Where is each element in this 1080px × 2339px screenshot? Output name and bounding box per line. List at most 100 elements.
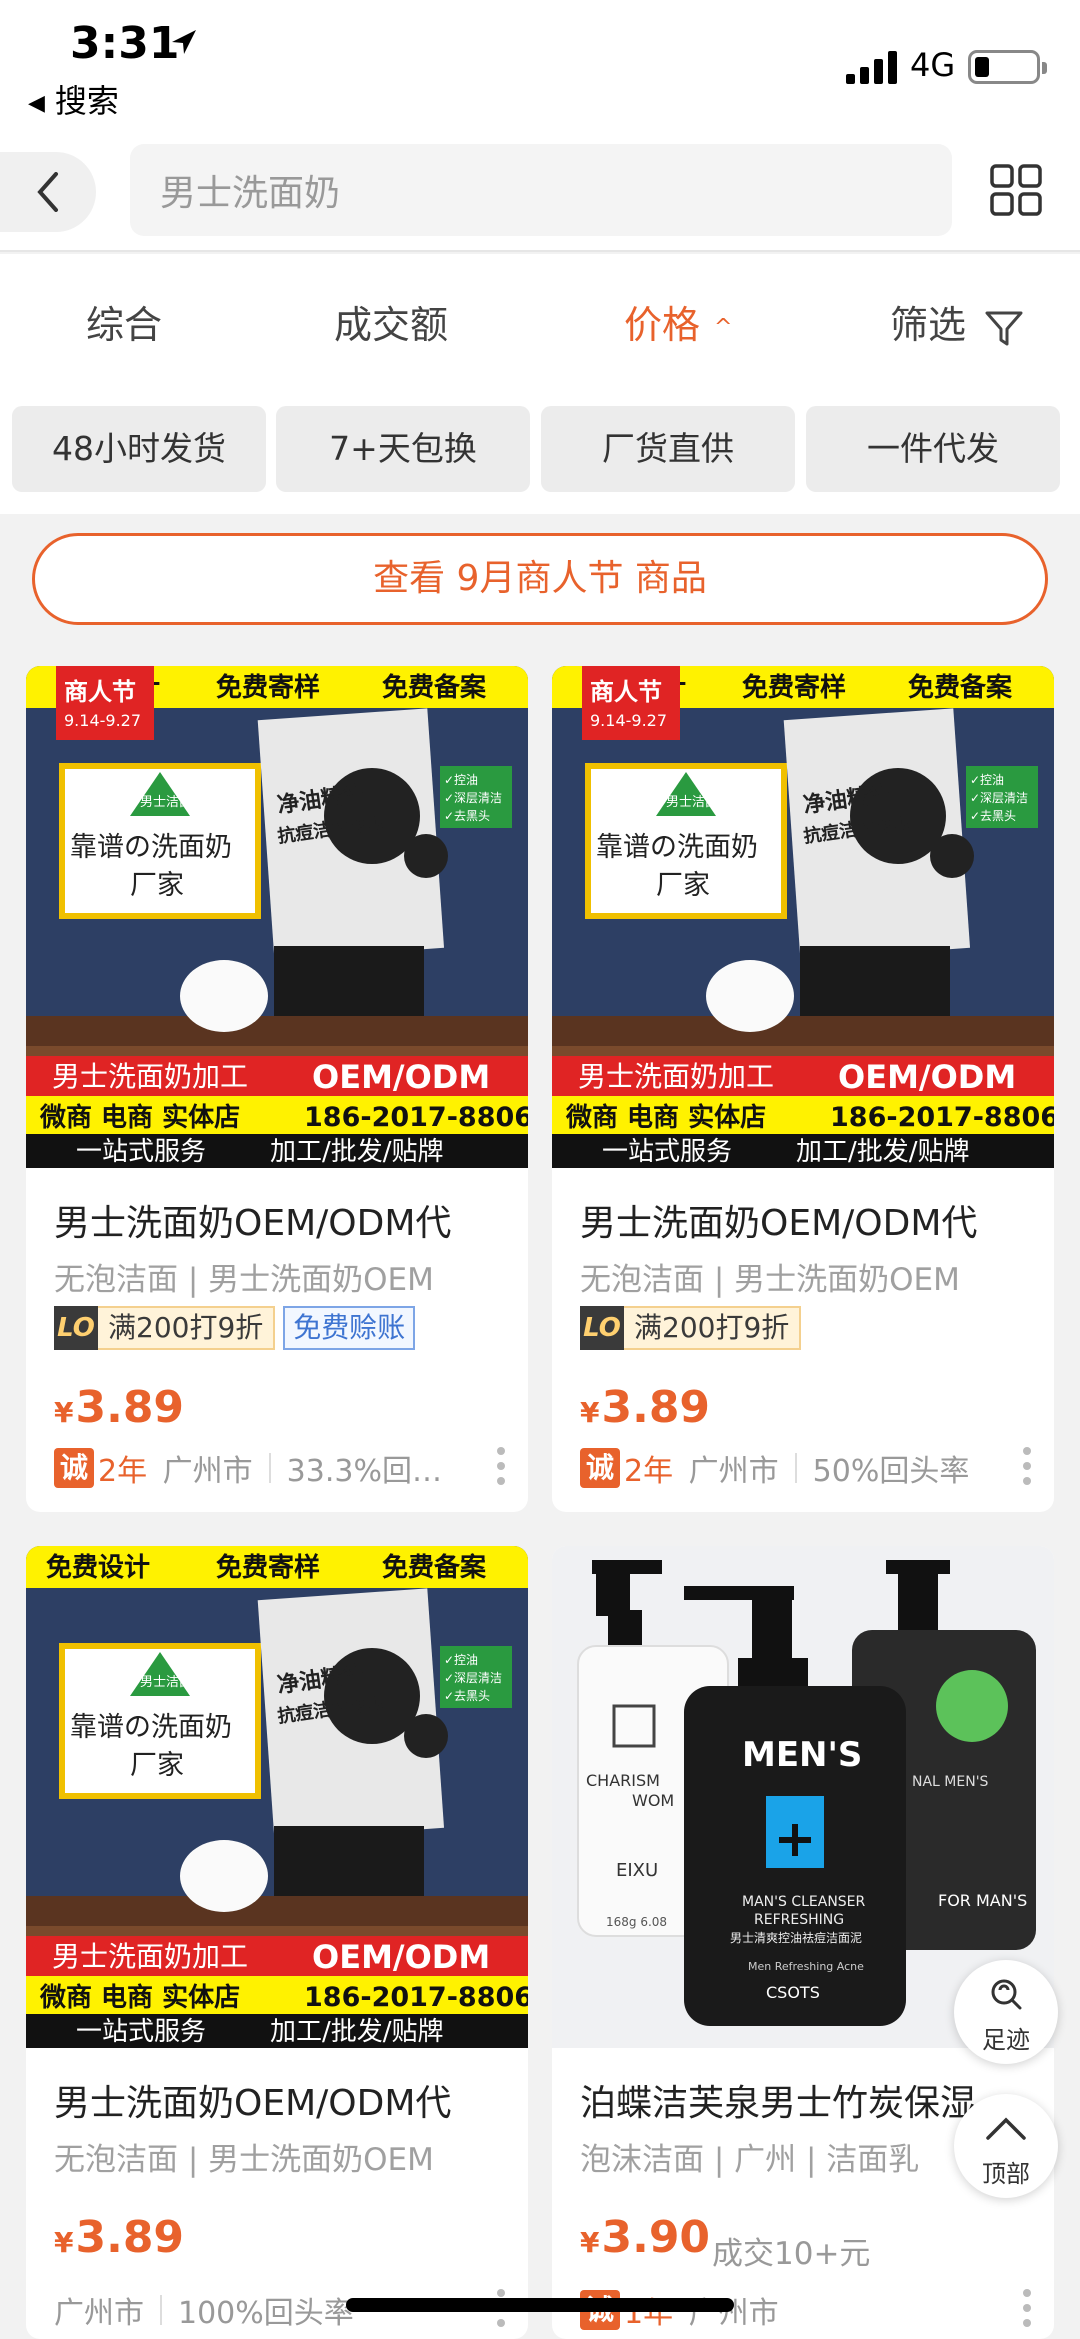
back-triangle-icon: ◀ bbox=[28, 90, 45, 116]
bottle-right-2: NAL MEN'S bbox=[912, 1774, 989, 1790]
yellow-left-text: 微商 电商 实体店 bbox=[39, 1982, 240, 2013]
battery-icon bbox=[968, 50, 1047, 84]
box-main-2: 厂家 bbox=[130, 1750, 184, 1781]
filter-button[interactable]: 筛选 bbox=[890, 294, 1024, 349]
footprint-button[interactable]: 足迹 bbox=[954, 1960, 1058, 2064]
black-right-text: 加工/批发/贴牌 bbox=[796, 1137, 970, 1167]
product-image: 免费设计 免费寄样 免费备案 商人节 9.14-9.27 男士洁面乳 靠谱の洗面… bbox=[26, 666, 528, 1168]
product-subtitle: 无泡洁面 | 男士洗面奶OEM bbox=[54, 1262, 434, 1298]
chip-dropship[interactable]: 一件代发 bbox=[806, 406, 1060, 492]
location-arrow-icon bbox=[172, 30, 196, 54]
bottle-right-1: FOR MAN'S bbox=[938, 1891, 1027, 1910]
product-title: 男士洗面奶OEM/ODM代 bbox=[54, 2083, 452, 2124]
promo-banner-button[interactable]: 查看 9月商人节 商品 bbox=[32, 533, 1048, 625]
sort-price-label: 价格 bbox=[624, 303, 701, 347]
chip-7day-exchange[interactable]: 7+天包换 bbox=[276, 406, 530, 492]
feature-1: ✓控油 bbox=[970, 773, 1004, 787]
chevron-left-icon bbox=[37, 172, 58, 212]
more-options-icon[interactable] bbox=[1022, 1446, 1032, 1486]
product-price: ¥3.90 bbox=[580, 2212, 710, 2263]
back-button[interactable] bbox=[0, 152, 96, 232]
search-header bbox=[0, 140, 1080, 252]
black-right-text: 加工/批发/贴牌 bbox=[270, 1137, 444, 1167]
yellow-left-text: 微商 电商 实体店 bbox=[565, 1102, 766, 1133]
product-image: 免费设计 免费寄样 免费备案 商人节 9.14-9.27 男士洁面乳 靠谱の洗面… bbox=[552, 666, 1054, 1168]
product-title: 男士洗面奶OEM/ODM代 bbox=[580, 1203, 978, 1244]
feature-2: ✓深层清洁 bbox=[970, 791, 1028, 805]
more-options-icon[interactable] bbox=[1022, 2288, 1032, 2328]
price-value: 3.89 bbox=[75, 1382, 185, 1433]
product-price: ¥3.89 bbox=[54, 2212, 184, 2263]
yellow-right-text: 186-2017-8806 bbox=[304, 1982, 528, 2013]
product-title: 男士洗面奶OEM/ODM代 bbox=[54, 1203, 452, 1244]
repurchase-rate: 50%回头率 bbox=[812, 1454, 970, 1489]
red-left-text: 男士洗面奶加工 bbox=[52, 1060, 248, 1093]
product-subtitle: 无泡洁面 | 男士洗面奶OEM bbox=[54, 2142, 434, 2178]
cellular-signal-icon bbox=[846, 51, 897, 84]
banner-top-3: 免费备案 bbox=[908, 672, 1013, 703]
banner-top-1: 免费设计 bbox=[46, 1552, 150, 1583]
price-value: 3.90 bbox=[601, 2212, 711, 2263]
trust-badge: 诚 bbox=[54, 1448, 94, 1488]
feature-3: ✓去黑头 bbox=[444, 1689, 490, 1703]
lo-badge: LO bbox=[54, 1306, 98, 1350]
seller-location: 广州市 bbox=[162, 1454, 253, 1489]
product-price: ¥3.89 bbox=[580, 1382, 710, 1433]
search-input[interactable] bbox=[130, 144, 952, 236]
promo-tags: LO 满200打9折 bbox=[580, 1306, 802, 1350]
box-small-text: 男士洁面乳 bbox=[140, 795, 205, 810]
banner-top-2: 免费寄样 bbox=[216, 672, 320, 703]
trust-badge: 诚 bbox=[580, 1448, 620, 1488]
sold-amount: 成交10+元 bbox=[712, 2236, 871, 2272]
lo-badge: LO bbox=[580, 1306, 624, 1350]
black-left-text: 一站式服务 bbox=[76, 1137, 206, 1167]
product-card[interactable]: 免费设计 免费寄样 免费备案 商人节 9.14-9.27 男士洁面乳 靠谱の洗面… bbox=[26, 666, 528, 1512]
feature-1: ✓控油 bbox=[444, 773, 478, 787]
product-card[interactable]: 免费设计 免费寄样 免费备案 男士洁面乳 靠谱の洗面奶 厂家 净油精华 抗痘洁面… bbox=[26, 1546, 528, 2339]
yellow-left-text: 微商 电商 实体店 bbox=[39, 1102, 240, 1133]
caret-up-icon: ^ bbox=[714, 315, 733, 340]
chevron-up-icon bbox=[986, 2117, 1026, 2140]
grid-view-icon[interactable] bbox=[990, 164, 1042, 216]
seller-meta: 诚 2年 广州市 33.3%回… bbox=[54, 1446, 442, 1490]
bottle-mens: MEN'S bbox=[742, 1735, 862, 1775]
status-bar: 3:31 ◀ 搜索 4G bbox=[0, 0, 1080, 140]
feature-3: ✓去黑头 bbox=[970, 809, 1016, 823]
back-to-top-button[interactable]: 顶部 bbox=[954, 2094, 1058, 2198]
discount-tag: 满200打9折 bbox=[98, 1306, 276, 1350]
red-right-text: OEM/ODM bbox=[312, 1058, 490, 1096]
yellow-right-text: 186-2017-8806 bbox=[304, 1102, 528, 1133]
back-to-top-label: 顶部 bbox=[982, 2160, 1030, 2188]
bottle-acne: Men Refreshing Acne bbox=[748, 1960, 864, 1973]
feature-3: ✓去黑头 bbox=[444, 809, 490, 823]
more-options-icon[interactable] bbox=[496, 1446, 506, 1486]
product-card[interactable]: 免费设计 免费寄样 免费备案 商人节 9.14-9.27 男士洁面乳 靠谱の洗面… bbox=[552, 666, 1054, 1512]
product-price: ¥3.89 bbox=[54, 1382, 184, 1433]
home-indicator[interactable] bbox=[346, 2298, 734, 2312]
feature-2: ✓深层清洁 bbox=[444, 1671, 502, 1685]
seller-location: 广州市 bbox=[688, 1454, 779, 1489]
chip-factory-direct[interactable]: 厂货直供 bbox=[541, 406, 795, 492]
black-right-text: 加工/批发/贴牌 bbox=[270, 2017, 444, 2047]
sort-price[interactable]: 价格 ^ bbox=[624, 294, 732, 349]
currency-symbol: ¥ bbox=[580, 1396, 600, 1429]
feature-2: ✓深层清洁 bbox=[444, 791, 502, 805]
banner-top-3: 免费备案 bbox=[382, 672, 487, 703]
back-to-app-link[interactable]: ◀ 搜索 bbox=[28, 76, 119, 122]
sort-volume[interactable]: 成交额 bbox=[334, 294, 448, 349]
box-main-2: 厂家 bbox=[130, 870, 184, 901]
product-card[interactable]: CHARISM WOM EIXU 168g 6.08 NAL MEN'S FOR… bbox=[552, 1546, 1054, 2339]
product-subtitle: 无泡洁面 | 男士洗面奶OEM bbox=[580, 1262, 960, 1298]
red-right-text: OEM/ODM bbox=[312, 1938, 490, 1976]
box-main-1: 靠谱の洗面奶 bbox=[70, 832, 232, 863]
chip-48h-shipping[interactable]: 48小时发货 bbox=[12, 406, 266, 492]
box-small-text: 男士洁面乳 bbox=[666, 795, 731, 810]
currency-symbol: ¥ bbox=[580, 2226, 600, 2259]
banner-top-2: 免费寄样 bbox=[216, 1552, 320, 1583]
price-value: 3.89 bbox=[601, 1382, 711, 1433]
sort-comprehensive[interactable]: 综合 bbox=[86, 294, 162, 349]
filter-icon bbox=[985, 311, 1023, 345]
yellow-right-text: 186-2017-8806 bbox=[830, 1102, 1054, 1133]
product-subtitle: 泡沫洁面 | 广州 | 洁面乳 bbox=[580, 2142, 920, 2178]
box-main-1: 靠谱の洗面奶 bbox=[596, 832, 758, 863]
